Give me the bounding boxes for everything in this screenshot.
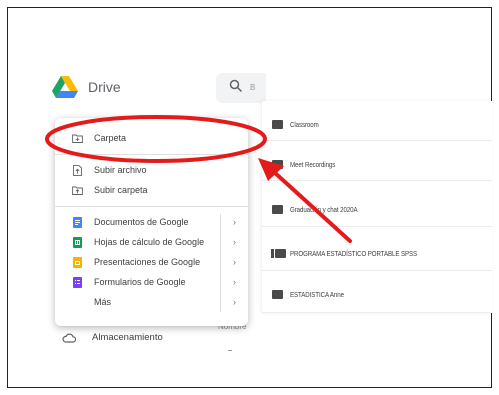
app-title[interactable]: Drive (88, 79, 121, 95)
file-row[interactable]: Graduación y chat 2020A (262, 187, 492, 227)
folder-plus-icon (72, 134, 83, 143)
menu-item-carpeta[interactable]: Carpeta (55, 129, 248, 147)
menu-item-label: Hojas de cálculo de Google (94, 237, 205, 247)
menu-item-subir-carpeta[interactable]: Subir carpeta (55, 181, 248, 199)
new-item-menu: Carpeta Subir archivo Subir carpeta Docu… (55, 118, 248, 326)
chevron-right-icon: › (233, 217, 236, 227)
file-name: Classroom (290, 120, 319, 129)
folder-icon (272, 290, 283, 299)
chevron-right-icon: › (233, 257, 236, 267)
google-docs-icon (73, 217, 82, 228)
file-name: Meet Recordings (290, 160, 336, 169)
file-name: Graduación y chat 2020A (290, 205, 358, 214)
sidebar-item-storage[interactable]: Almacenamiento (92, 332, 163, 343)
chevron-right-icon: › (233, 237, 236, 247)
menu-divider (55, 154, 248, 155)
menu-divider (55, 206, 248, 207)
file-row[interactable]: ESTADISTICA Anne (262, 273, 492, 313)
menu-item-label: Más (94, 297, 112, 307)
search-icon[interactable] (229, 79, 243, 93)
folder-icon (272, 205, 283, 214)
file-upload-icon (73, 165, 82, 176)
file-name: PROGRAMA ESTADÍSTICO PORTABLE SPSS (290, 249, 418, 258)
menu-item-subir-archivo[interactable]: Subir archivo (55, 161, 248, 179)
google-drive-logo-icon[interactable] (52, 76, 78, 98)
cloud-icon (62, 333, 76, 343)
google-sheets-icon (73, 237, 82, 248)
google-forms-icon (73, 277, 82, 288)
file-row[interactable]: Meet Recordings (262, 141, 492, 181)
menu-item-label: Formularios de Google (94, 277, 186, 287)
file-list: Classroom Meet Recordings Graduación y c… (262, 101, 492, 313)
chevron-right-icon: › (233, 277, 236, 287)
divider (228, 350, 232, 351)
search-placeholder-fragment: B (250, 83, 256, 92)
file-name: ESTADISTICA Anne (290, 290, 344, 299)
file-row[interactable]: Classroom (262, 101, 492, 141)
menu-item-label: Subir carpeta (94, 185, 148, 195)
menu-item-label: Subir archivo (94, 165, 147, 175)
folder-upload-icon (72, 186, 83, 195)
file-row[interactable]: PROGRAMA ESTADÍSTICO PORTABLE SPSS (262, 231, 492, 271)
shared-folder-icon (271, 249, 286, 258)
google-slides-icon (73, 257, 82, 268)
folder-icon (272, 120, 283, 129)
menu-item-label: Documentos de Google (94, 217, 189, 227)
menu-item-label: Presentaciones de Google (94, 257, 201, 267)
submenu-divider (220, 214, 221, 312)
menu-item-label: Carpeta (94, 133, 127, 143)
folder-icon (272, 160, 283, 169)
chevron-right-icon: › (233, 297, 236, 307)
